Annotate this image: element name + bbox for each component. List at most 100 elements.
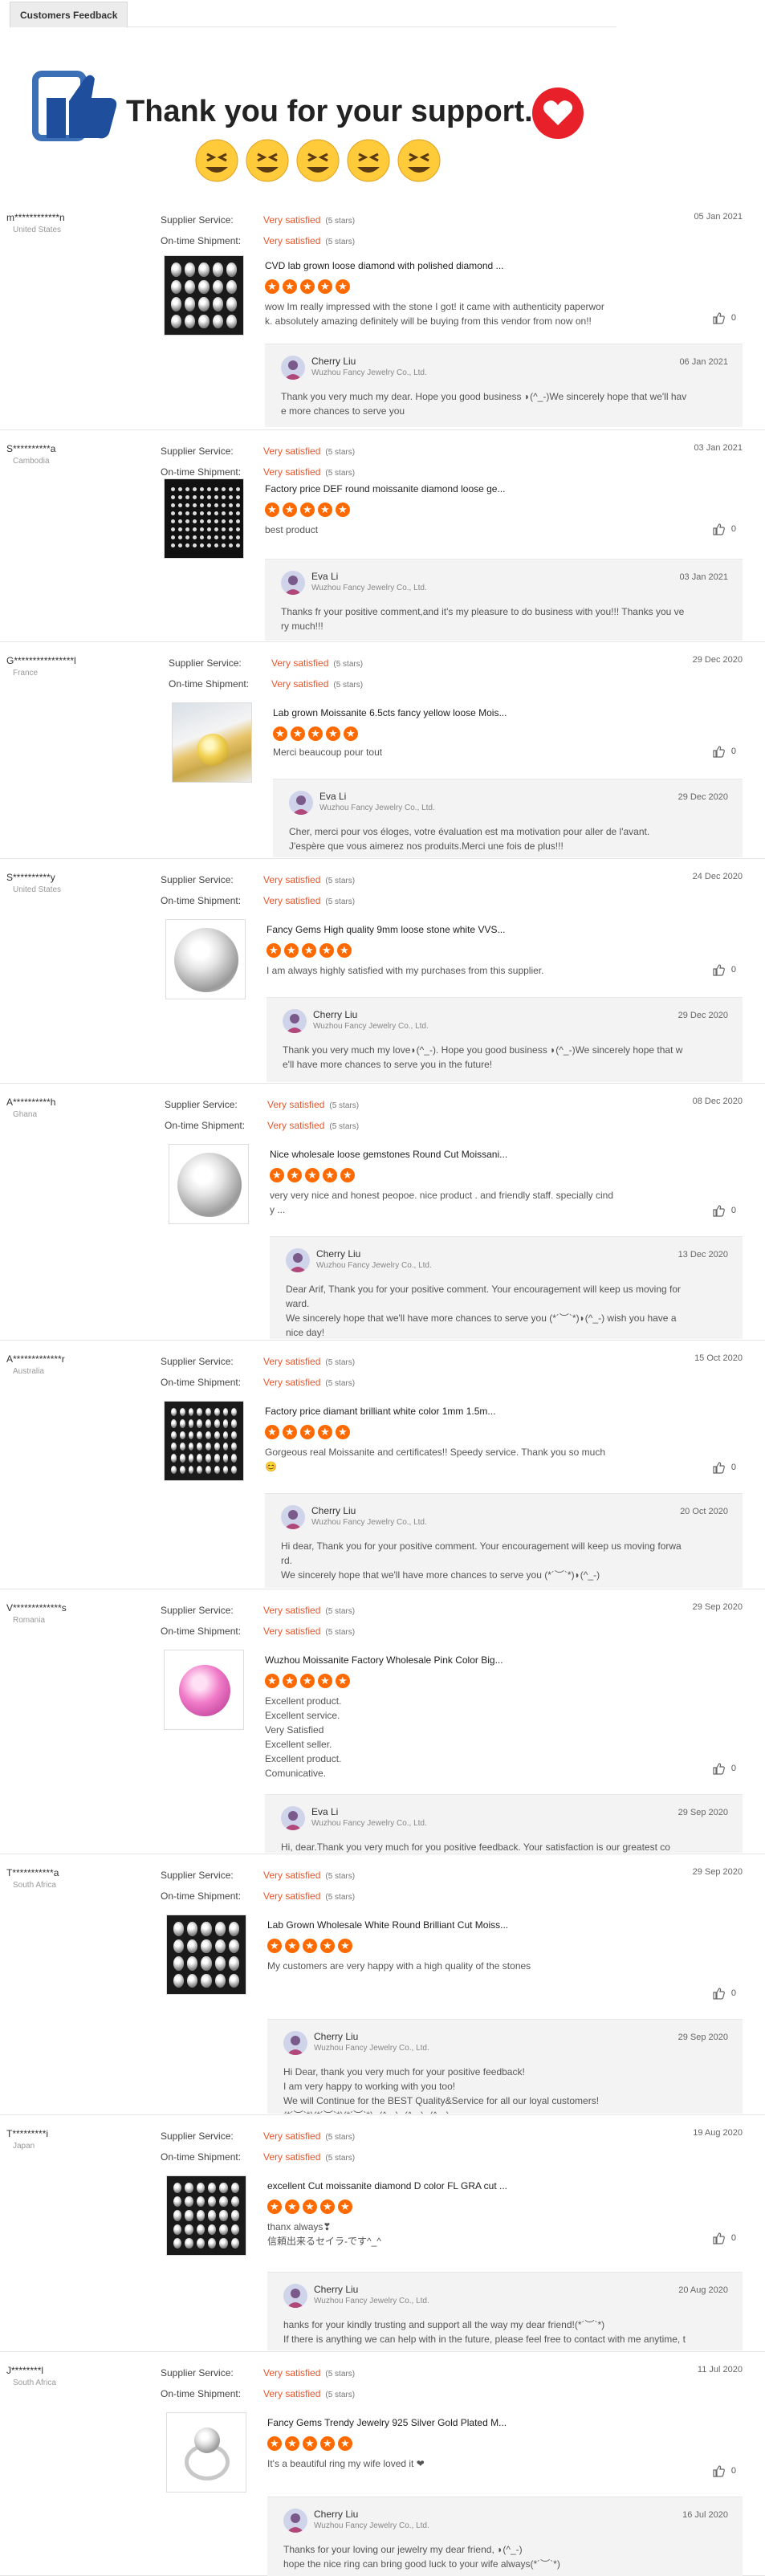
ontime-shipment-stars: (5 stars) [325, 1379, 356, 1388]
reply-date: 29 Dec 2020 [678, 792, 728, 802]
supplier-service-stars: (5 stars) [325, 1607, 356, 1616]
product-thumbnail[interactable] [169, 1144, 249, 1224]
ontime-shipment-stars: (5 stars) [333, 681, 364, 690]
like-button[interactable]: 0 [712, 1461, 736, 1474]
reply-date: 29 Dec 2020 [678, 1011, 728, 1020]
reply-company: Wuzhou Fancy Jewelry Co., Ltd. [313, 1022, 429, 1031]
reply-date: 20 Oct 2020 [680, 1507, 728, 1516]
product-title-link[interactable]: Fancy Gems High quality 9mm loose stone … [267, 924, 505, 935]
like-button[interactable]: 0 [712, 2232, 736, 2244]
supplier-service-label: Supplier Service: [161, 446, 234, 457]
product-title-link[interactable]: excellent Cut moissanite diamond D color… [267, 2180, 507, 2191]
rating-summary: Supplier Service: Very satisfied (5 stars)… [161, 1601, 355, 1642]
product-title-link[interactable]: Factory price diamant brilliant white co… [265, 1406, 495, 1417]
supplier-reply: Cherry Liu Wuzhou Fancy Jewelry Co., Ltd… [267, 2272, 743, 2350]
product-title-link[interactable]: Lab Grown Wholesale White Round Brillian… [267, 1919, 508, 1931]
product-thumbnail[interactable] [164, 255, 244, 336]
like-button[interactable]: 0 [712, 745, 736, 758]
thumbs-up-icon [713, 964, 725, 976]
ontime-shipment-label: On-time Shipment: [161, 2388, 242, 2399]
product-title-link[interactable]: Fancy Gems Trendy Jewelry 925 Silver Gol… [267, 2417, 507, 2428]
reply-author: Eva Li [311, 1806, 339, 1817]
supplier-service-label: Supplier Service: [161, 1870, 234, 1881]
ontime-shipment-stars: (5 stars) [325, 469, 356, 478]
supplier-service-stars: (5 stars) [329, 1101, 360, 1110]
product-title-link[interactable]: CVD lab grown loose diamond with polishe… [265, 260, 504, 271]
supplier-reply: Eva Li Wuzhou Fancy Jewelry Co., Ltd. 29… [265, 1794, 743, 1853]
like-count: 0 [730, 2466, 736, 2476]
supplier-reply: Eva Li Wuzhou Fancy Jewelry Co., Ltd. 29… [273, 779, 743, 857]
reply-author: Eva Li [311, 571, 339, 582]
product-title-link[interactable]: Wuzhou Moissanite Factory Wholesale Pink… [265, 1654, 503, 1666]
buyer-name: T***********a [6, 1867, 59, 1878]
buyer-country: United States [13, 885, 62, 894]
like-button[interactable]: 0 [712, 2464, 736, 2477]
reply-text: hanks for your kindly trusting and suppo… [283, 2319, 686, 2345]
supplier-reply: Cherry Liu Wuzhou Fancy Jewelry Co., Ltd… [267, 2019, 743, 2114]
ontime-shipment-label: On-time Shipment: [161, 895, 242, 906]
supplier-service-label: Supplier Service: [161, 2367, 234, 2379]
like-button[interactable]: 0 [712, 311, 736, 324]
like-button[interactable]: 0 [712, 1762, 736, 1775]
review-item: J********l South Africa Supplier Service… [0, 2352, 765, 2576]
buyer-country: South Africa [13, 1881, 56, 1890]
reply-date: 29 Sep 2020 [678, 2033, 728, 2042]
like-button[interactable]: 0 [712, 963, 736, 976]
like-button[interactable]: 0 [712, 523, 736, 535]
thumbs-up-icon [713, 746, 725, 758]
like-count: 0 [730, 2233, 736, 2243]
buyer-name: G****************l [6, 655, 76, 666]
product-thumbnail[interactable] [172, 702, 252, 783]
reply-text: Hi, dear.Thank you very much for you pos… [281, 1841, 670, 1853]
reply-company: Wuzhou Fancy Jewelry Co., Ltd. [311, 1518, 427, 1527]
review-comment: Gorgeous real Moissanite and certificate… [265, 1447, 605, 1472]
buyer-country: South Africa [13, 2379, 56, 2387]
reply-company: Wuzhou Fancy Jewelry Co., Ltd. [319, 804, 435, 812]
ontime-shipment-stars: (5 stars) [325, 2154, 356, 2163]
review-date: 29 Sep 2020 [692, 1867, 743, 1877]
reply-company: Wuzhou Fancy Jewelry Co., Ltd. [311, 1819, 427, 1828]
star-rating [273, 726, 358, 741]
product-thumbnail[interactable] [166, 1915, 246, 1995]
product-thumbnail[interactable] [166, 2412, 246, 2493]
product-thumbnail[interactable] [164, 478, 244, 559]
product-title-link[interactable]: Factory price DEF round moissanite diamo… [265, 483, 505, 494]
supplier-service-stars: (5 stars) [325, 448, 356, 457]
avatar [283, 2031, 307, 2055]
supplier-service-value: Very satisfied [263, 2130, 321, 2142]
rating-summary: Supplier Service: Very satisfied (5 stars)… [161, 870, 355, 912]
ontime-shipment-stars: (5 stars) [329, 1122, 360, 1131]
star-rating [265, 1674, 350, 1688]
product-title-link[interactable]: Lab grown Moissanite 6.5cts fancy yellow… [273, 707, 507, 718]
like-count: 0 [730, 1463, 736, 1472]
review-date: 11 Jul 2020 [697, 2365, 743, 2375]
product-thumbnail[interactable] [164, 1401, 244, 1481]
supplier-service-value: Very satisfied [263, 2367, 321, 2379]
reply-company: Wuzhou Fancy Jewelry Co., Ltd. [314, 2521, 429, 2530]
like-count: 0 [730, 965, 736, 975]
supplier-reply: Cherry Liu Wuzhou Fancy Jewelry Co., Ltd… [265, 1493, 743, 1588]
review-item: S**********a Cambodia Supplier Service: V… [0, 430, 765, 642]
like-button[interactable]: 0 [712, 1987, 736, 2000]
review-comment: My customers are very happy with a high … [267, 1960, 531, 1972]
buyer-name: J********l [6, 2365, 44, 2376]
star-rating [265, 279, 350, 294]
like-button[interactable]: 0 [712, 1204, 736, 1217]
buyer-name: V*************s [6, 1602, 67, 1614]
ontime-shipment-stars: (5 stars) [325, 1628, 356, 1637]
buyer-country: Australia [13, 1367, 44, 1376]
product-thumbnail[interactable] [164, 1650, 244, 1730]
reply-text: Hi dear, Thank you for your positive com… [281, 1540, 682, 1581]
supplier-service-label: Supplier Service: [161, 1356, 234, 1367]
reply-company: Wuzhou Fancy Jewelry Co., Ltd. [311, 584, 427, 592]
star-rating [267, 2436, 352, 2451]
ontime-shipment-label: On-time Shipment: [161, 1377, 242, 1388]
avatar [283, 1009, 307, 1033]
product-thumbnail[interactable] [165, 919, 246, 999]
tab-customers-feedback[interactable]: Customers Feedback [10, 2, 128, 27]
product-title-link[interactable]: Nice wholesale loose gemstones Round Cut… [270, 1149, 507, 1160]
ontime-shipment-value: Very satisfied [263, 2151, 321, 2163]
supplier-service-label: Supplier Service: [161, 874, 234, 885]
like-count: 0 [730, 313, 736, 323]
product-thumbnail[interactable] [166, 2175, 246, 2256]
